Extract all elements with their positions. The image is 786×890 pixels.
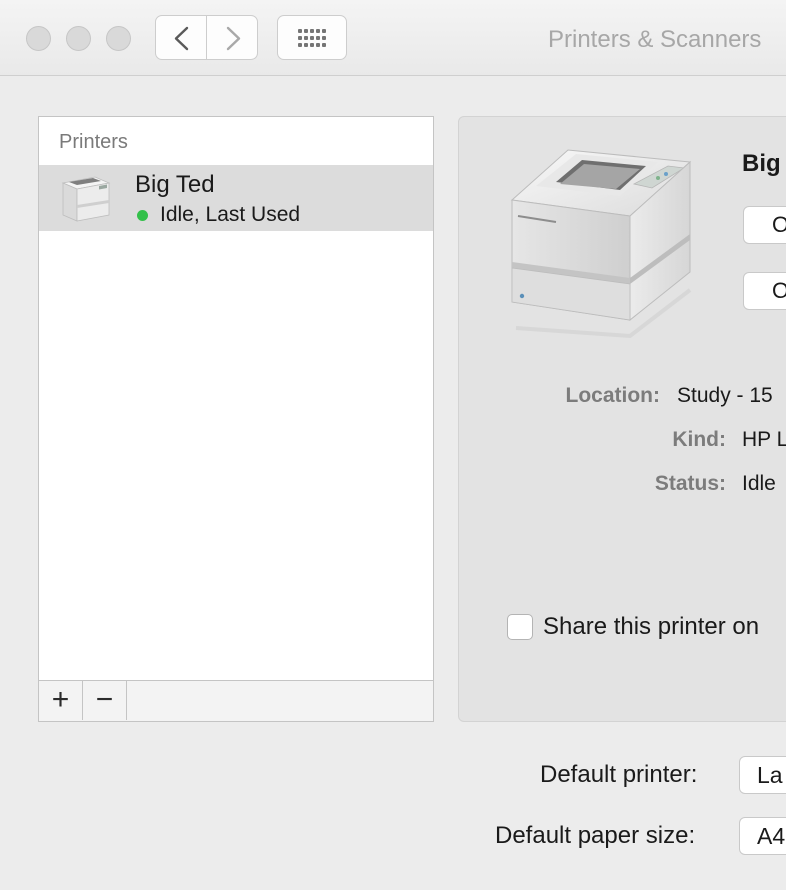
printer-status: Idle, Last Used [160,203,301,226]
remove-printer-button[interactable]: − [83,681,127,720]
toolbar: Printers & Scanners [0,0,786,76]
open-print-queue-button[interactable]: O [743,206,786,244]
printer-name: Big Ted [135,171,215,198]
printer-list-item[interactable]: Big Ted Idle, Last Used [39,165,433,231]
default-paper-size-select[interactable]: A4 [739,817,786,855]
printer-detail-name: Big [742,150,781,177]
default-printer-select[interactable]: La [739,756,786,794]
kind-label: Kind: [672,428,726,451]
printers-list: Printers Big Ted Idle, Last Used + − [38,116,434,722]
show-all-button[interactable] [277,15,347,60]
chevron-left-icon [174,26,189,51]
share-printer-label[interactable]: Share this printer on [543,613,759,641]
options-supplies-button[interactable]: O [743,272,786,310]
location-value: Study - 15 [677,384,773,407]
add-printer-button[interactable]: + [39,681,83,720]
location-label: Location: [565,384,661,407]
forward-button[interactable] [206,15,258,60]
printer-image [510,149,692,339]
share-printer-checkbox[interactable] [507,614,533,640]
printers-list-header: Printers [59,131,128,153]
printer-icon [61,176,111,222]
zoom-window-button[interactable] [106,26,131,51]
grid-icon [298,29,326,47]
minimize-window-button[interactable] [66,26,91,51]
status-value: Idle [742,472,776,495]
back-button[interactable] [155,15,207,60]
default-printer-label: Default printer: [540,761,698,788]
kind-value: HP L [742,428,786,451]
default-paper-size-label: Default paper size: [495,822,696,849]
status-indicator-icon [137,210,148,221]
list-footer: + − [39,680,433,721]
status-label: Status: [654,472,726,495]
chevron-right-icon [226,26,241,51]
window-title: Printers & Scanners [548,26,762,53]
close-window-button[interactable] [26,26,51,51]
